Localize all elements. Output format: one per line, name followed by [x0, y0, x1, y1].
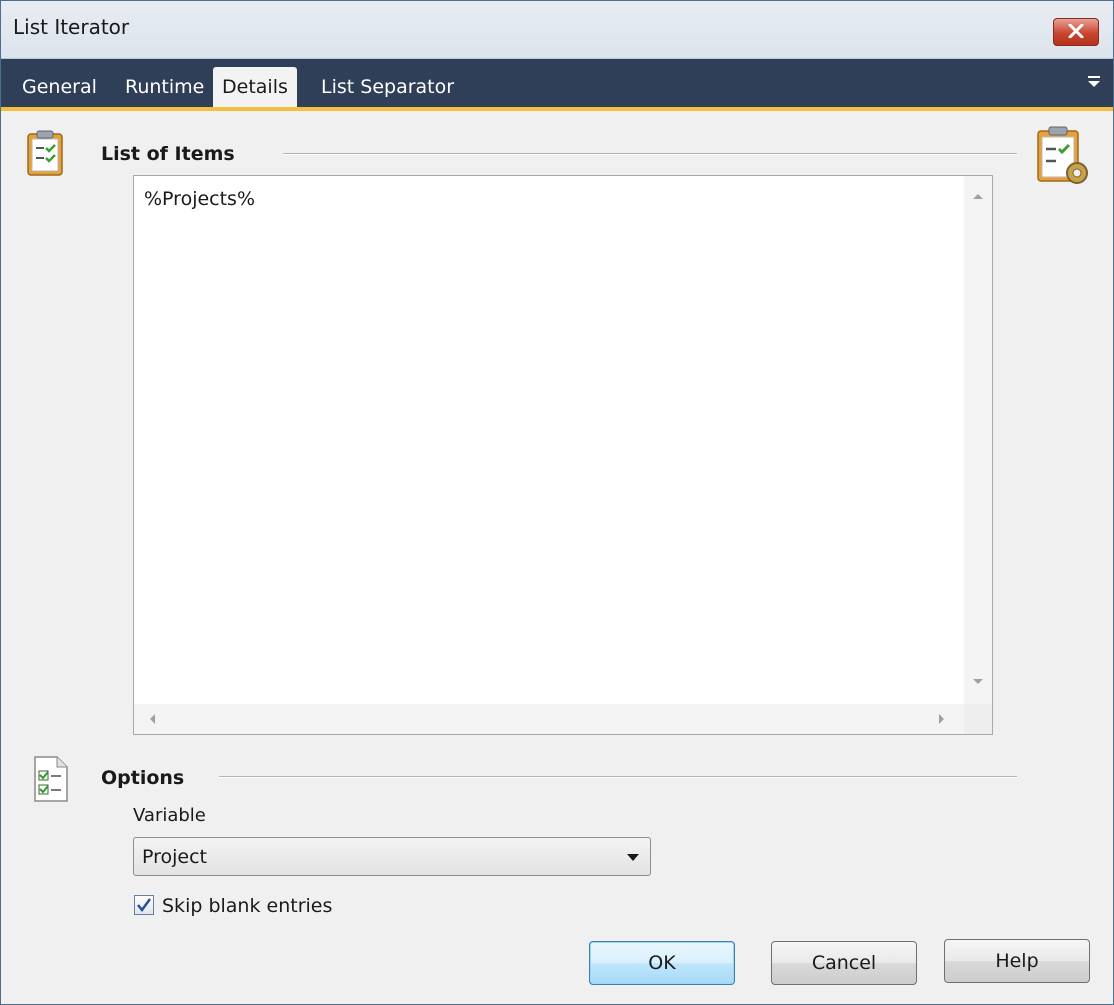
variable-label: Variable [133, 805, 206, 826]
checklist-document-icon [31, 755, 71, 807]
tab-list-separator[interactable]: List Separator [312, 67, 463, 107]
scroll-up-icon[interactable] [972, 192, 984, 200]
window-title: List Iterator [13, 15, 130, 39]
list-action-button[interactable] [1035, 125, 1093, 191]
clipboard-checklist-icon [25, 129, 65, 181]
list-section-title: List of Items [101, 143, 235, 165]
close-button[interactable] [1053, 18, 1099, 46]
vertical-scrollbar[interactable] [964, 176, 992, 704]
tab-details[interactable]: Details [213, 67, 297, 107]
clipboard-gear-icon [1037, 126, 1088, 184]
list-iterator-dialog: List Iterator General Runtime Details Li… [0, 0, 1114, 1005]
list-items-text: %Projects% [144, 188, 256, 210]
scroll-right-icon[interactable] [938, 713, 946, 725]
tab-general[interactable]: General [13, 67, 106, 107]
checkmark-icon [137, 898, 151, 913]
variable-select-value: Project [142, 846, 208, 868]
skip-blank-checkbox[interactable] [134, 895, 154, 915]
ok-button[interactable]: OK [589, 941, 735, 985]
horizontal-scrollbar[interactable] [134, 704, 964, 734]
options-section-title: Options [101, 767, 185, 789]
cancel-button[interactable]: Cancel [771, 941, 917, 985]
close-icon [1068, 24, 1084, 38]
chevron-down-icon [627, 854, 639, 861]
tab-menu-button[interactable] [1087, 73, 1101, 92]
tab-bar: General Runtime Details List Separator [1, 59, 1113, 111]
variable-select[interactable]: Project [133, 837, 651, 876]
scrollbar-corner [964, 704, 992, 734]
list-section-divider [283, 153, 1017, 155]
scroll-down-icon[interactable] [972, 678, 984, 686]
skip-blank-label[interactable]: Skip blank entries [162, 895, 332, 917]
menu-dropdown-icon [1088, 76, 1100, 87]
options-section-divider [219, 776, 1017, 778]
help-button[interactable]: Help [944, 939, 1090, 983]
list-items-textarea[interactable]: %Projects% [133, 175, 993, 735]
scroll-left-icon[interactable] [148, 713, 156, 725]
title-bar[interactable]: List Iterator [1, 1, 1113, 59]
tab-runtime[interactable]: Runtime [116, 67, 213, 107]
